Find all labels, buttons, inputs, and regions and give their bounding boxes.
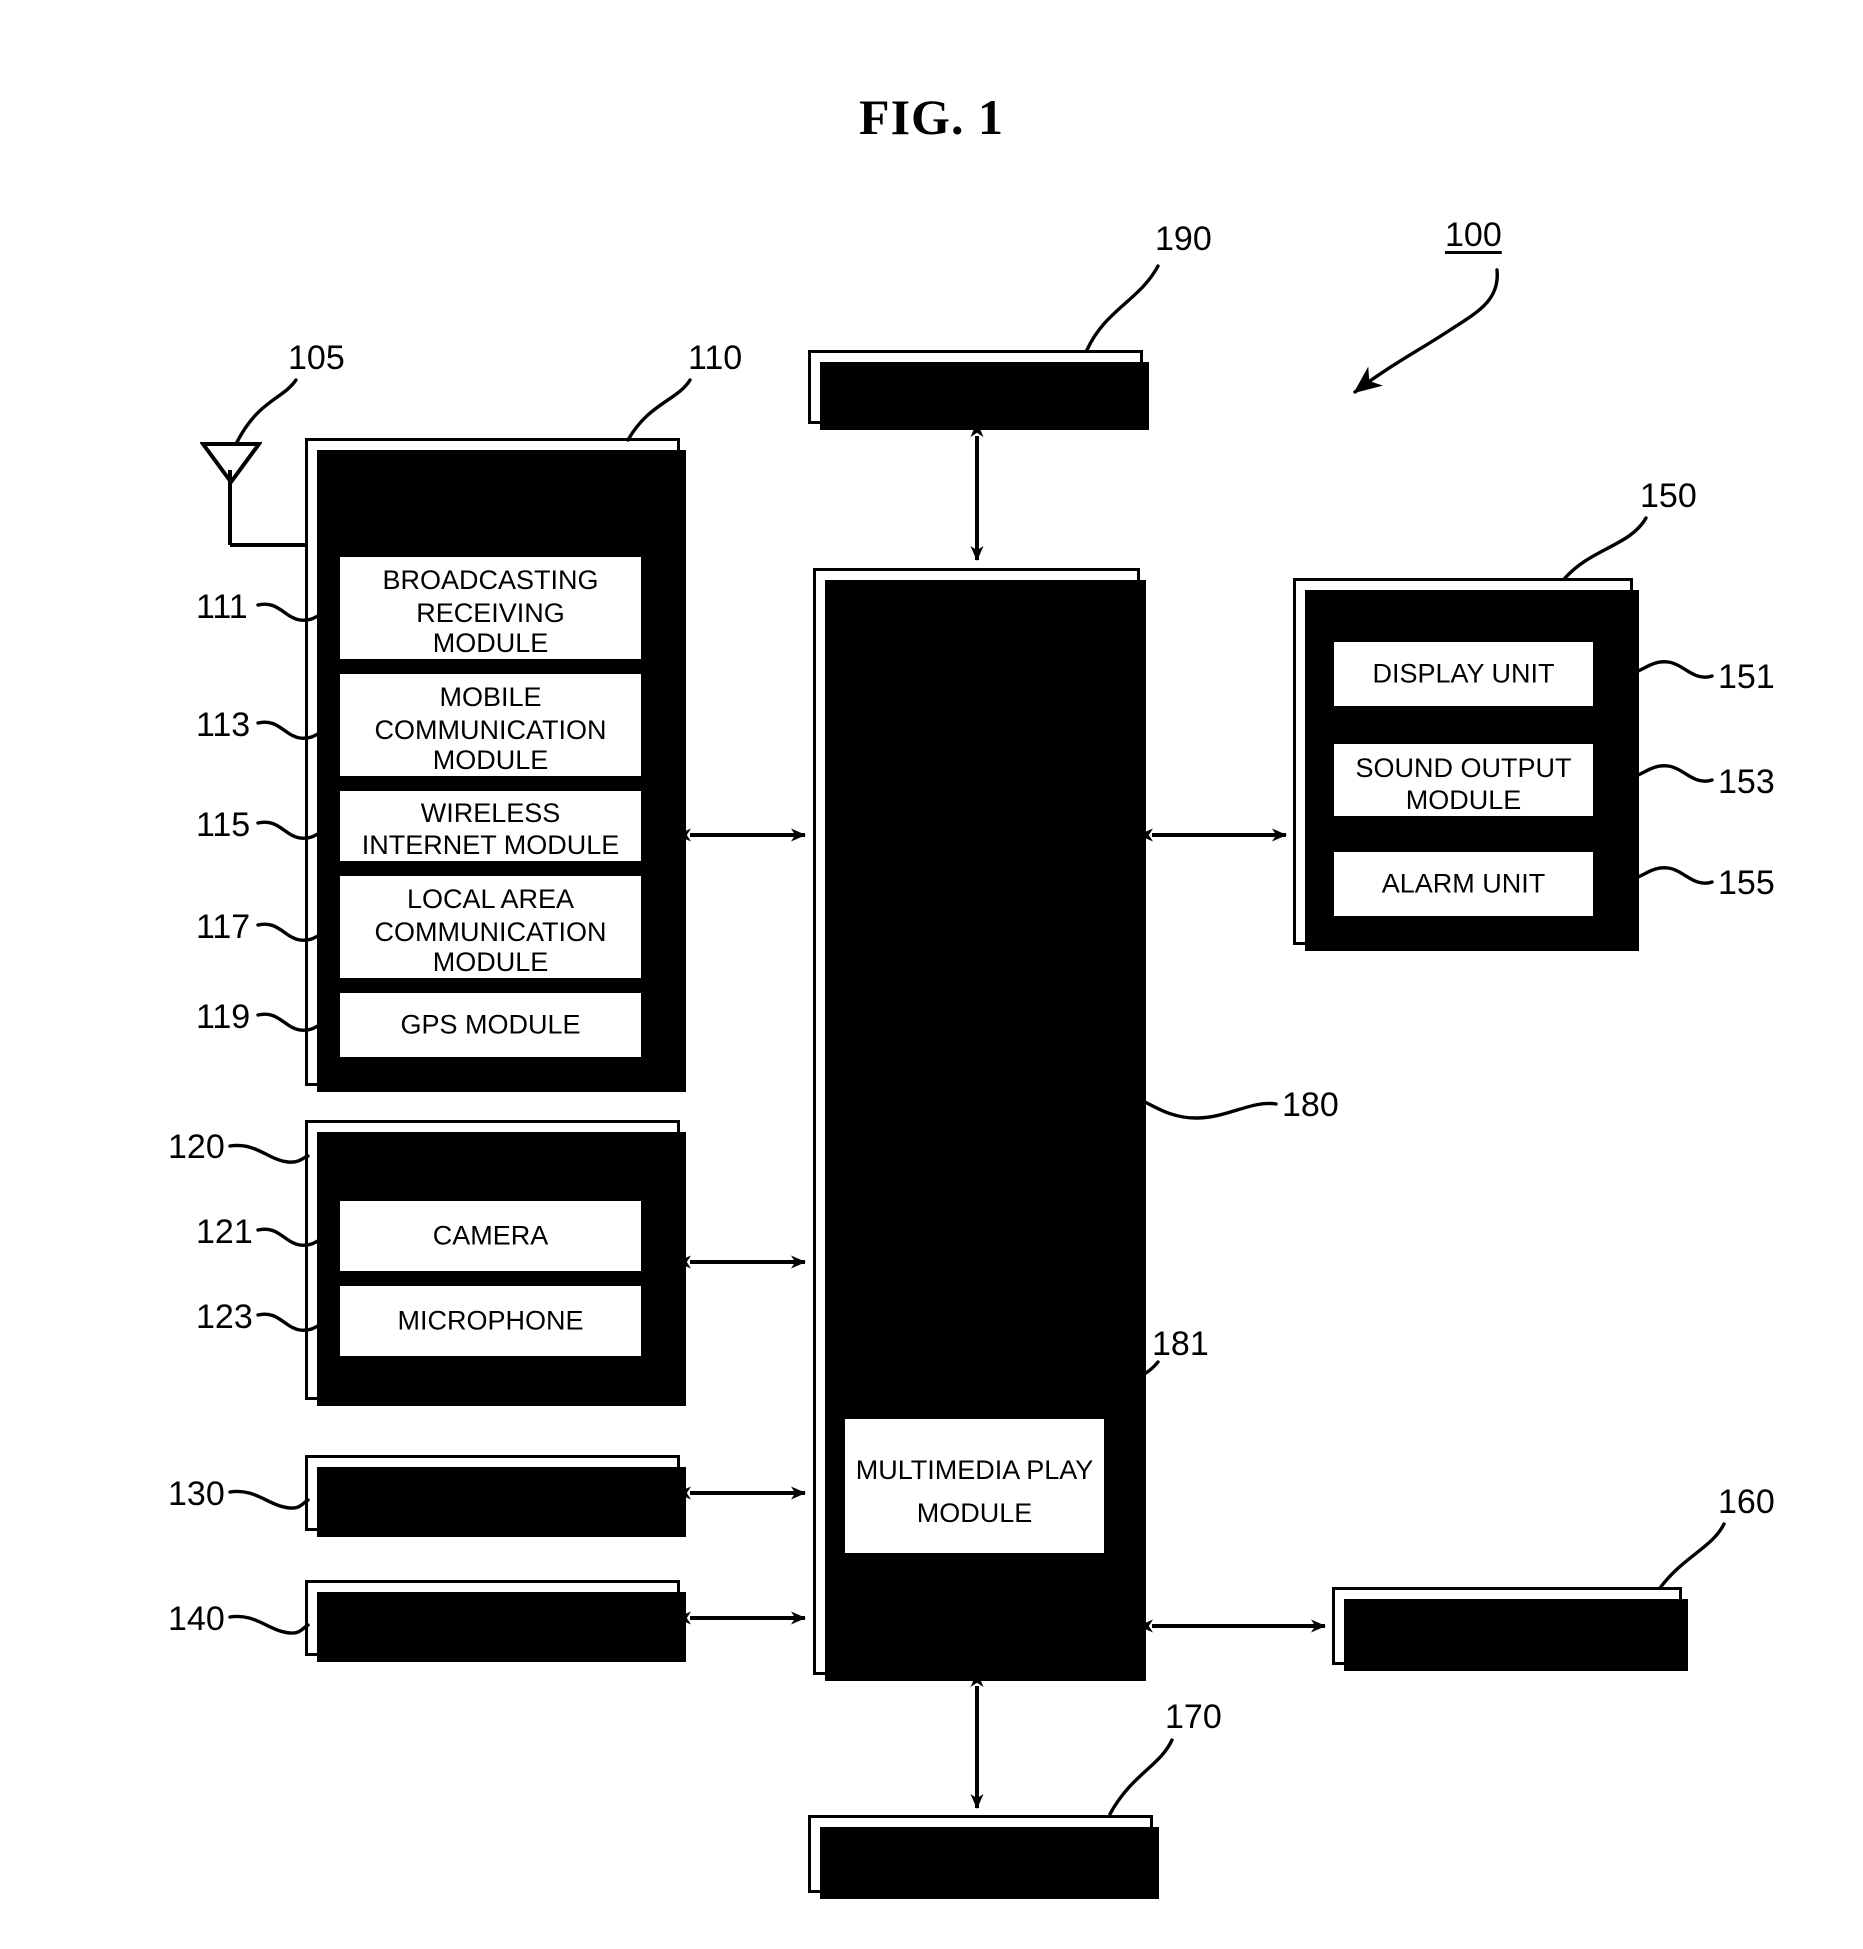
ref-119: 119 xyxy=(196,998,251,1036)
broadcasting-receiving-module-label-line3: MODULE xyxy=(432,628,549,658)
ref-120: 120 xyxy=(168,1128,225,1166)
memory-block[interactable]: MEMORY xyxy=(1332,1587,1688,1671)
mobile-communication-module-label-line2: COMMUNICATION xyxy=(374,715,607,745)
multimedia-play-module-label-line2: MODULE xyxy=(916,1498,1033,1528)
patent-figure-sheet: FIG. 1 POWER SUPPLY UNIT 190 100 105 WIR… xyxy=(0,0,1863,1949)
local-area-communication-module-block[interactable]: LOCAL AREA COMMUNICATION MODULE xyxy=(337,873,644,981)
interface-unit-label: INTERFACE UNIT xyxy=(869,1838,1092,1869)
multimedia-play-module-block[interactable]: MULTIMEDIA PLAY MODULE xyxy=(842,1416,1107,1556)
camera-block[interactable]: CAMERA xyxy=(337,1198,644,1274)
ref-180: 180 xyxy=(1282,1086,1339,1124)
camera-label: CAMERA xyxy=(432,1220,549,1251)
power-supply-unit-block[interactable]: POWER SUPPLY UNIT xyxy=(808,350,1149,430)
ref-160: 160 xyxy=(1718,1483,1775,1521)
ref-190: 190 xyxy=(1155,220,1212,258)
sensing-unit-block[interactable]: SENSING UNIT xyxy=(305,1580,686,1662)
ref-117: 117 xyxy=(196,908,251,946)
display-unit-label: DISPLAY UNIT xyxy=(1372,658,1555,689)
ref-151: 151 xyxy=(1718,658,1775,696)
wireless-communication-unit-label-line2: COMMUNICATION xyxy=(376,485,609,515)
sound-output-module-label-line1: SOUND OUTPUT xyxy=(1355,753,1572,783)
antenna-icon xyxy=(199,440,263,486)
local-area-communication-module-label-line2: COMMUNICATION xyxy=(374,917,607,947)
ref-115: 115 xyxy=(196,806,251,844)
mobile-communication-module-block[interactable]: MOBILE COMMUNICATION MODULE xyxy=(337,671,644,779)
user-input-unit-block[interactable]: USER INPUT UNIT xyxy=(305,1455,686,1537)
av-input-unit-block[interactable]: A/V INPUT UNIT CAMERA MICROPHONE xyxy=(305,1120,686,1406)
user-input-unit-label: USER INPUT UNIT xyxy=(375,1477,610,1508)
ref-110: 110 xyxy=(688,339,743,377)
power-supply-unit-label: POWER SUPPLY UNIT xyxy=(833,371,1118,402)
controller-label: CONTROLLER xyxy=(883,1095,1070,1125)
ref-181: 181 xyxy=(1152,1325,1209,1363)
wireless-communication-unit-label-line1: WIRELESS xyxy=(422,452,563,482)
ref-121: 121 xyxy=(196,1213,253,1251)
ref-150: 150 xyxy=(1640,477,1697,515)
sound-output-module-block[interactable]: SOUND OUTPUT MODULE xyxy=(1331,741,1596,819)
broadcasting-receiving-module-label-line2: RECEIVING xyxy=(416,598,565,628)
broadcasting-receiving-module-label-line1: BROADCASTING xyxy=(382,565,599,595)
gps-module-label: GPS MODULE xyxy=(400,1009,581,1040)
output-unit-block[interactable]: OUTPUT UNIT DISPLAY UNIT SOUND OUTPUT MO… xyxy=(1293,578,1639,951)
alarm-unit-label: ALARM UNIT xyxy=(1381,868,1546,899)
local-area-communication-module-label-line3: MODULE xyxy=(432,947,549,977)
wireless-internet-module-label-line1: WIRELESS xyxy=(420,798,561,828)
mobile-communication-module-label-line1: MOBILE xyxy=(439,682,542,712)
av-input-unit-label: A/V INPUT UNIT xyxy=(391,1139,594,1169)
interface-unit-block[interactable]: INTERFACE UNIT xyxy=(808,1815,1159,1899)
microphone-block[interactable]: MICROPHONE xyxy=(337,1283,644,1359)
wireless-internet-module-block[interactable]: WIRELESS INTERNET MODULE xyxy=(337,788,644,864)
local-area-communication-module-label-line1: LOCAL AREA xyxy=(406,884,575,914)
sound-output-module-label-line2: MODULE xyxy=(1405,785,1522,815)
ref-100-system: 100 xyxy=(1445,216,1502,254)
controller-block[interactable]: CONTROLLER MULTIMEDIA PLAY MODULE xyxy=(813,568,1146,1681)
multimedia-play-module-label-line1: MULTIMEDIA PLAY xyxy=(855,1455,1094,1485)
mobile-communication-module-label-line3: MODULE xyxy=(432,745,549,775)
ref-123: 123 xyxy=(196,1298,253,1336)
display-unit-block[interactable]: DISPLAY UNIT xyxy=(1331,639,1596,709)
microphone-label: MICROPHONE xyxy=(397,1305,584,1336)
figure-title: FIG. 1 xyxy=(859,89,1004,145)
ref-105: 105 xyxy=(288,339,345,377)
broadcasting-receiving-module-block[interactable]: BROADCASTING RECEIVING MODULE xyxy=(337,554,644,662)
wireless-communication-unit-label-line3: UNIT xyxy=(461,518,524,548)
ref-155: 155 xyxy=(1718,864,1775,902)
output-unit-label: OUTPUT UNIT xyxy=(1372,594,1554,624)
ref-113: 113 xyxy=(196,706,251,744)
sensing-unit-label: SENSING UNIT xyxy=(396,1602,589,1633)
ref-153: 153 xyxy=(1718,763,1775,801)
gps-module-block[interactable]: GPS MODULE xyxy=(337,990,644,1060)
alarm-unit-block[interactable]: ALARM UNIT xyxy=(1331,849,1596,919)
wireless-communication-unit-block[interactable]: WIRELESS COMMUNICATION UNIT BROADCASTING… xyxy=(305,438,686,1092)
memory-label: MEMORY xyxy=(1446,1610,1568,1641)
ref-130: 130 xyxy=(168,1475,225,1513)
ref-140: 140 xyxy=(168,1600,225,1638)
wireless-internet-module-label-line2: INTERNET MODULE xyxy=(361,830,620,860)
ref-170: 170 xyxy=(1165,1698,1222,1736)
ref-111: 111 xyxy=(196,588,248,626)
